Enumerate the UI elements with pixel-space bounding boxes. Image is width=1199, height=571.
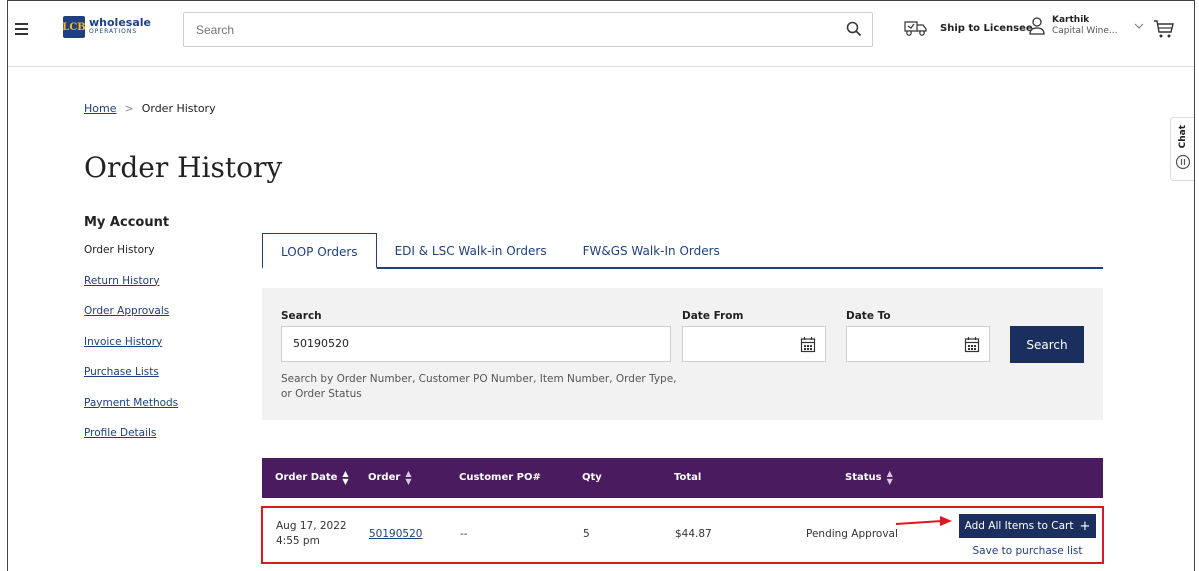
lcb-logo[interactable]: LCB wholesale OPERATIONS xyxy=(62,15,151,39)
annotation-arrow xyxy=(895,516,952,526)
menu-icon[interactable] xyxy=(15,23,28,35)
sidebar-item-invoice-history[interactable]: Invoice History xyxy=(84,336,234,367)
sidebar-item-payment-methods[interactable]: Payment Methods xyxy=(84,397,234,428)
order-time: 4:55 pm xyxy=(276,535,320,547)
date-to-label: Date To xyxy=(846,310,891,322)
breadcrumb-separator: > xyxy=(124,102,134,115)
date-to-input[interactable] xyxy=(846,326,990,362)
sidebar-item-order-approvals[interactable]: Order Approvals xyxy=(84,305,234,336)
global-search xyxy=(183,12,873,47)
search-help-text: Search by Order Number, Customer PO Numb… xyxy=(281,373,677,400)
chat-label: Chat xyxy=(1177,125,1188,149)
sort-icon: ▲ ▼ xyxy=(886,469,893,486)
tab-edi-lsc-walk-in-orders[interactable]: EDI & LSC Walk-in Orders xyxy=(377,233,565,269)
user-name: Karthik xyxy=(1052,15,1090,25)
sidebar-item-profile-details[interactable]: Profile Details xyxy=(84,427,234,458)
sidebar-item-return-history[interactable]: Return History xyxy=(84,275,234,306)
col-status[interactable]: Status ▲ ▼ xyxy=(845,458,893,498)
chat-icon xyxy=(1175,155,1190,170)
customer-po: -- xyxy=(460,528,468,540)
date-from-label: Date From xyxy=(682,310,744,322)
search-button[interactable]: Search xyxy=(1010,326,1084,363)
col-order[interactable]: Order ▲ ▼ xyxy=(368,458,411,498)
search-label: Search xyxy=(281,310,322,322)
top-header: LCB wholesale OPERATIONS Ship to License… xyxy=(8,1,1194,67)
search-icon[interactable] xyxy=(846,21,862,37)
calendar-icon[interactable] xyxy=(800,336,816,353)
sort-icon: ▲ ▼ xyxy=(342,469,349,486)
ship-to-licensee-label: Ship to Licensee xyxy=(940,22,1033,34)
logo-mark: LCB xyxy=(62,16,86,38)
tab-loop-orders[interactable]: LOOP Orders xyxy=(262,233,377,269)
order-type-tabs: LOOP Orders EDI & LSC Walk-in Orders FW&… xyxy=(262,233,1103,269)
calendar-icon[interactable] xyxy=(964,336,980,353)
app-window: LCB wholesale OPERATIONS Ship to License… xyxy=(7,0,1195,571)
page-title: Order History xyxy=(84,151,283,184)
ship-to-licensee[interactable]: Ship to Licensee xyxy=(903,18,1033,38)
global-search-input[interactable] xyxy=(184,13,824,46)
col-qty: Qty xyxy=(582,472,602,483)
sidebar-item-purchase-lists[interactable]: Purchase Lists xyxy=(84,366,234,397)
tab-fwgs-walk-in-orders[interactable]: FW&GS Walk-In Orders xyxy=(565,233,738,269)
order-status: Pending Approval xyxy=(806,528,898,540)
logo-wordmark: wholesale xyxy=(89,16,151,29)
chevron-down-icon xyxy=(1135,23,1144,29)
account-sidebar: My Account Order History Return History … xyxy=(84,215,234,458)
order-qty: 5 xyxy=(583,528,590,540)
order-date: Aug 17, 2022 xyxy=(276,520,347,532)
date-from-input[interactable] xyxy=(682,326,826,362)
breadcrumb: Home > Order History xyxy=(84,102,216,115)
truck-icon xyxy=(904,21,927,36)
sidebar-item-order-history[interactable]: Order History xyxy=(84,244,234,275)
sort-icon: ▲ ▼ xyxy=(405,469,412,486)
order-total: $44.87 xyxy=(675,528,712,540)
col-total: Total xyxy=(674,472,702,483)
col-order-date[interactable]: Order Date ▲ ▼ xyxy=(275,458,349,498)
order-search-panel: Search 50190520 Search by Order Number, … xyxy=(262,288,1103,420)
user-account-menu[interactable]: Karthik Capital Wine... xyxy=(1028,15,1145,37)
user-icon xyxy=(1029,17,1045,35)
plus-icon: + xyxy=(1079,518,1091,534)
breadcrumb-current: Order History xyxy=(141,102,216,115)
sidebar-heading: My Account xyxy=(84,215,170,230)
save-to-purchase-list-link[interactable]: Save to purchase list xyxy=(959,545,1096,557)
user-account: Capital Wine... xyxy=(1052,26,1118,36)
order-search-input[interactable]: 50190520 xyxy=(281,326,671,362)
cart-icon[interactable] xyxy=(1153,19,1175,39)
add-all-items-to-cart-button[interactable]: Add All Items to Cart + xyxy=(959,514,1096,538)
breadcrumb-home-link[interactable]: Home xyxy=(84,102,116,115)
col-customer-po: Customer PO# xyxy=(459,472,541,483)
table-row: Aug 17, 2022 4:55 pm 50190520 -- 5 $44.8… xyxy=(261,506,1104,564)
order-number-link[interactable]: 50190520 xyxy=(369,528,422,540)
chat-tab[interactable]: Chat xyxy=(1170,117,1194,181)
orders-table-header: Order Date ▲ ▼ Order ▲ ▼ Customer PO# Qty … xyxy=(262,458,1103,498)
